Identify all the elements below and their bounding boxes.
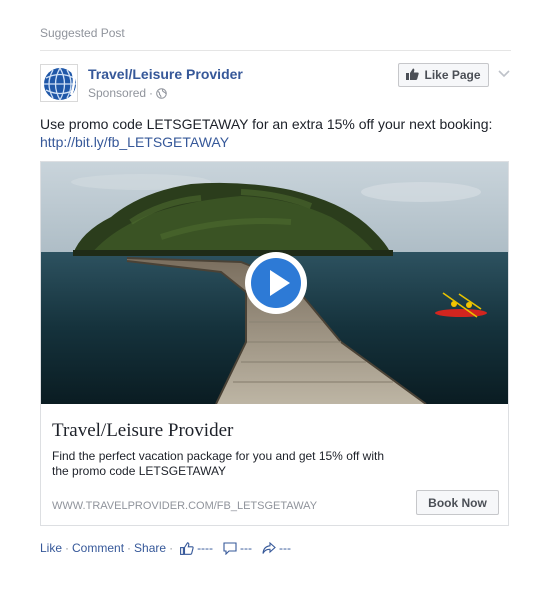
- book-now-button[interactable]: Book Now: [416, 490, 499, 515]
- meta-separator: ·: [149, 86, 154, 100]
- page-avatar[interactable]: [40, 64, 78, 102]
- like-page-button[interactable]: Like Page: [398, 63, 489, 87]
- like-action[interactable]: Like: [40, 541, 62, 555]
- like-count[interactable]: ----: [197, 541, 213, 555]
- ad-card[interactable]: Travel/Leisure Provider Find the perfect…: [40, 161, 509, 526]
- sponsored-meta: Sponsored ·: [88, 86, 167, 100]
- card-description: Find the perfect vacation package for yo…: [52, 449, 384, 478]
- comment-count[interactable]: ---: [240, 541, 252, 555]
- play-icon: [245, 252, 307, 314]
- thumbs-up-icon: [406, 68, 420, 83]
- post-link[interactable]: http://bit.ly/fb_LETSGETAWAY: [40, 133, 510, 151]
- video-thumbnail[interactable]: [41, 162, 508, 404]
- post-actions: Like · Comment · Share · ---- --- ---: [40, 541, 291, 555]
- post-text: Use promo code LETSGETAWAY for an extra …: [40, 115, 510, 151]
- globe-icon: [156, 87, 167, 99]
- share-action[interactable]: Share: [134, 541, 166, 555]
- card-title[interactable]: Travel/Leisure Provider: [52, 420, 233, 442]
- comment-icon[interactable]: [223, 541, 237, 555]
- header-divider: [40, 50, 511, 51]
- action-separator: ·: [127, 541, 132, 555]
- play-button[interactable]: [244, 251, 308, 315]
- sponsored-label: Sponsored: [88, 86, 147, 100]
- globe-logo-icon: [41, 65, 77, 101]
- thumbs-up-icon[interactable]: [180, 541, 194, 555]
- action-separator: ·: [65, 541, 70, 555]
- like-page-label: Like Page: [424, 68, 481, 82]
- share-count[interactable]: ---: [279, 541, 291, 555]
- action-separator: ·: [169, 541, 174, 555]
- card-url[interactable]: WWW.TRAVELPROVIDER.COM/FB_LETSGETAWAY: [52, 500, 317, 512]
- page-name-link[interactable]: Travel/Leisure Provider: [88, 66, 243, 82]
- share-icon[interactable]: [262, 541, 276, 555]
- post-message: Use promo code LETSGETAWAY for an extra …: [40, 116, 493, 132]
- chevron-down-icon[interactable]: [498, 66, 510, 78]
- comment-action[interactable]: Comment: [72, 541, 124, 555]
- suggested-post-label: Suggested Post: [40, 26, 125, 40]
